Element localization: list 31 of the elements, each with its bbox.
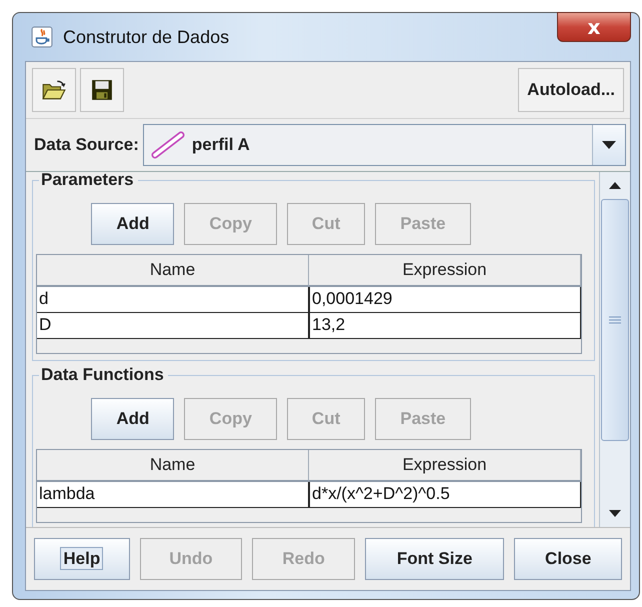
column-header[interactable]: Name bbox=[37, 450, 309, 482]
column-header[interactable]: Name bbox=[37, 255, 309, 287]
dropdown-arrow-icon bbox=[602, 141, 616, 149]
column-header[interactable]: Expression bbox=[309, 450, 581, 482]
table-cell: d bbox=[37, 287, 309, 313]
action-button[interactable]: Add bbox=[91, 398, 174, 440]
data-source-label: Data Source: bbox=[34, 135, 139, 155]
save-button[interactable] bbox=[80, 68, 124, 112]
link-icon bbox=[150, 131, 186, 159]
column-header[interactable]: Expression bbox=[309, 255, 581, 287]
table-cell: 13,2 bbox=[309, 313, 581, 339]
vertical-scrollbar[interactable] bbox=[599, 172, 630, 527]
scroll-up-icon[interactable] bbox=[609, 182, 621, 189]
open-folder-button[interactable] bbox=[32, 68, 76, 112]
footer-button[interactable]: Close bbox=[514, 538, 622, 580]
cup-icon bbox=[31, 26, 53, 48]
window-title: Construtor de Dados bbox=[63, 26, 230, 48]
footer-button[interactable]: Font Size bbox=[364, 538, 504, 580]
autoload-button[interactable]: Autoload... bbox=[518, 68, 624, 112]
data-source-dropdown[interactable]: perfil A bbox=[142, 124, 626, 166]
window-close-button[interactable]: x bbox=[557, 12, 631, 42]
scrollbar-thumb[interactable] bbox=[601, 199, 629, 441]
folder-icon bbox=[41, 79, 67, 101]
table-cell: lambda bbox=[37, 482, 309, 508]
table-cell: D bbox=[37, 313, 309, 339]
scroll-down-icon[interactable] bbox=[609, 510, 621, 517]
action-button[interactable]: Add bbox=[91, 203, 174, 245]
table-cell: d*x/(x^2+D^2)^0.5 bbox=[309, 482, 581, 508]
footer-button[interactable]: Help bbox=[34, 538, 130, 580]
grip-icon bbox=[609, 316, 621, 324]
table-cell: 0,0001429 bbox=[309, 287, 581, 313]
